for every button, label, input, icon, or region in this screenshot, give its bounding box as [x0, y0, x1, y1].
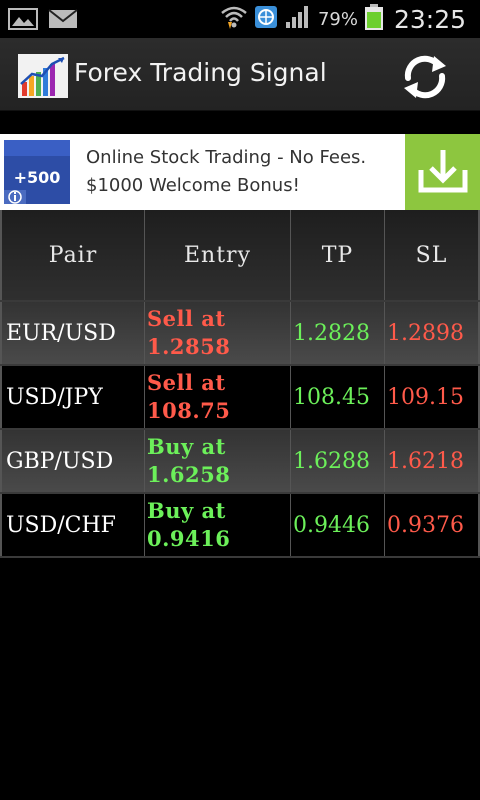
- entry-action: Sell at: [147, 306, 226, 331]
- download-icon: [417, 146, 469, 198]
- pair-cell: EUR/USD: [0, 302, 144, 364]
- entry-cell: Sell at 1.2858: [144, 302, 290, 364]
- column-header-tp: TP: [290, 210, 384, 300]
- refresh-button[interactable]: [398, 50, 452, 104]
- sl-cell: 1.2898: [384, 302, 480, 364]
- sl-cell: 109.15: [384, 366, 480, 428]
- tp-cell: 0.9446: [290, 494, 384, 556]
- pair-cell: USD/CHF: [0, 494, 144, 556]
- table-row[interactable]: USD/CHF Buy at 0.9416 0.9446 0.9376: [0, 494, 480, 558]
- ad-image[interactable]: +500: [4, 140, 70, 204]
- entry-action: Buy at: [147, 498, 226, 523]
- column-header-sl: SL: [384, 210, 480, 300]
- clock: 23:25: [393, 4, 466, 34]
- ad-banner[interactable]: +500 Online Stock Trading - No Fees. $10…: [0, 134, 480, 210]
- entry-action: Buy at: [147, 434, 226, 459]
- pair-cell: USD/JPY: [0, 366, 144, 428]
- column-header-entry: Entry: [144, 210, 290, 300]
- entry-price: 1.6258: [147, 462, 231, 487]
- email-notification-icon: [48, 7, 78, 35]
- entry-action: Sell at: [147, 370, 226, 395]
- tp-cell: 108.45: [290, 366, 384, 428]
- column-header-pair: Pair: [0, 210, 144, 300]
- entry-price: 0.9416: [147, 526, 231, 551]
- table-row[interactable]: EUR/USD Sell at 1.2858 1.2828 1.2898: [0, 302, 480, 366]
- signal-strength-icon: [284, 4, 312, 34]
- entry-cell: Buy at 0.9416: [144, 494, 290, 556]
- globe-sync-icon: [254, 5, 278, 33]
- sl-cell: 0.9376: [384, 494, 480, 556]
- ad-badge-text: +500: [14, 168, 61, 187]
- table-header: Pair Entry TP SL: [0, 210, 480, 302]
- entry-price: 1.2858: [147, 334, 231, 359]
- signals-table: Pair Entry TP SL EUR/USD Sell at 1.2858 …: [0, 210, 480, 558]
- entry-cell: Buy at 1.6258: [144, 430, 290, 492]
- ad-subline: $1000 Welcome Bonus!: [86, 175, 300, 196]
- ad-download-button[interactable]: [405, 134, 480, 210]
- pair-cell: GBP/USD: [0, 430, 144, 492]
- entry-price: 108.75: [147, 398, 231, 423]
- tp-cell: 1.2828: [290, 302, 384, 364]
- refresh-icon: [398, 55, 452, 108]
- sl-cell: 1.6218: [384, 430, 480, 492]
- ad-headline: Online Stock Trading - No Fees.: [86, 147, 367, 168]
- battery-percent: 79%: [317, 8, 358, 30]
- gallery-notification-icon: [8, 7, 38, 35]
- table-row[interactable]: GBP/USD Buy at 1.6258 1.6288 1.6218: [0, 430, 480, 494]
- battery-icon: [364, 3, 384, 35]
- app-title: Forex Trading Signal: [74, 58, 327, 87]
- tp-cell: 1.6288: [290, 430, 384, 492]
- action-bar: Forex Trading Signal: [0, 38, 480, 111]
- status-bar: 79% 23:25: [0, 0, 480, 38]
- entry-cell: Sell at 108.75: [144, 366, 290, 428]
- wifi-icon: [220, 4, 248, 34]
- table-row[interactable]: USD/JPY Sell at 108.75 108.45 109.15: [0, 366, 480, 430]
- app-logo-icon: [18, 54, 68, 102]
